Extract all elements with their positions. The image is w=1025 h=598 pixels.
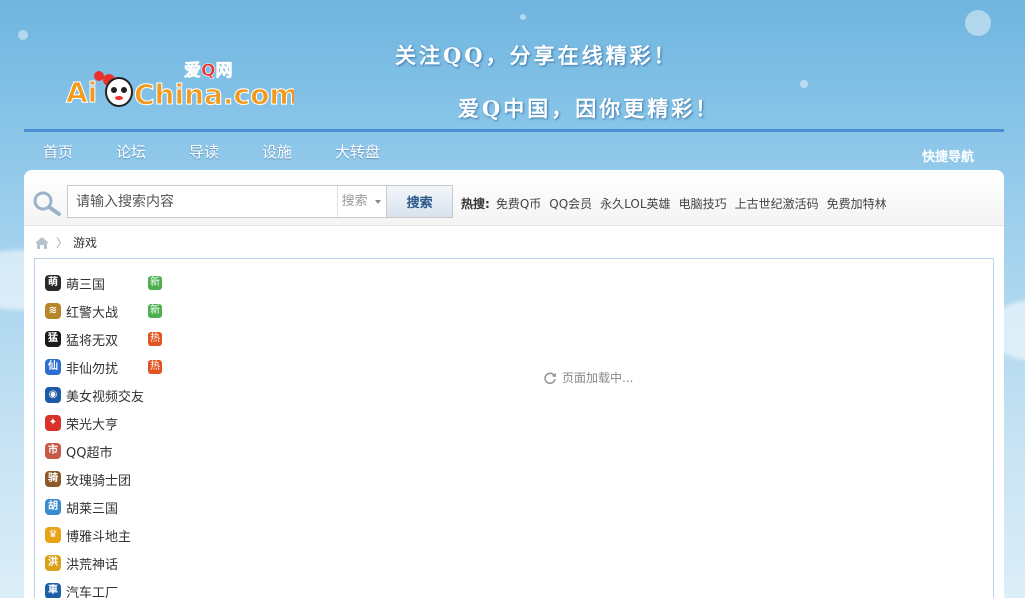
content-area: 萌萌三国新 ≋ 红警大战新猛猛将无双热仙非仙勿扰热 ◉ 美女视频交友 ✦ 荣光大亨市 QQ超市… [34,258,994,598]
search-bar: 搜索 搜索 热搜: 免费Q币 QQ会员 永久LOL英雄 电脑技巧 上古世纪激活码… [24,170,1004,226]
breadcrumb: 〉 游戏 [34,234,97,251]
hot-badge: 热 [148,360,162,374]
game-list-item[interactable]: ✦ 荣光大亨 [45,409,165,437]
site-logo[interactable]: Ai China.com 爱Q网 [64,58,295,114]
game-list-item[interactable]: ◉ 美女视频交友 [45,381,165,409]
nav-divider [24,129,1004,132]
quick-nav-link[interactable]: 快捷导航 [922,146,974,165]
logo-cn-text: 爱Q网 [184,60,232,81]
game-list-item[interactable]: 胡胡莱三国 [45,493,165,521]
boya-doudizhu-icon: ♛ [45,527,61,543]
svg-text:China.com: China.com [134,78,294,111]
game-name: 荣光大亨 [66,417,119,433]
game-name: 胡莱三国 [66,501,119,517]
search-input[interactable] [68,186,337,217]
game-list-item[interactable]: 仙非仙勿扰 热 [45,353,165,381]
car-factory-icon: 車 [45,583,61,598]
mengjiang-icon: 猛 [45,331,61,347]
game-name: QQ超市 [66,445,113,461]
hot-link[interactable]: 免费Q币 [496,195,541,212]
main-panel: 搜索 搜索 热搜: 免费Q币 QQ会员 永久LOL英雄 电脑技巧 上古世纪激活码… [24,170,1004,598]
sky-bubble [18,30,28,40]
game-list-item[interactable]: 洪洪荒神话 [45,549,165,577]
rose-knight-icon: 骑 [45,471,61,487]
search-button[interactable]: 搜索 [386,186,453,217]
game-name: 红警大战 [66,305,119,321]
main-nav: 首页 论坛 导读 设施 大转盘 [43,141,408,162]
sky-bubble [800,80,808,88]
sky-bubble [965,10,991,36]
chevron-down-icon [375,200,382,204]
svg-text:Ai: Ai [66,76,97,109]
hulai-icon: 胡 [45,499,61,515]
breadcrumb-current: 游戏 [73,236,98,250]
redalert-icon: ≋ [45,303,61,319]
qq-supermarket-icon: 市 [45,443,61,459]
hot-search: 热搜: 免费Q币 QQ会员 永久LOL英雄 电脑技巧 上古世纪激活码 免费加特林 [461,195,895,212]
loading-text: 页面加载中... [562,371,634,385]
mengsanguo-icon: 萌 [45,275,61,291]
search-type-label: 搜索 [341,194,368,209]
new-badge: 新 [148,304,162,318]
feixian-icon: 仙 [45,359,61,375]
nav-item-home[interactable]: 首页 [43,141,116,162]
breadcrumb-separator: 〉 [56,236,69,250]
game-list-item[interactable]: 市 QQ超市 [45,437,165,465]
game-name: 美女视频交友 [66,389,145,405]
game-list-item[interactable]: 車汽车工厂 [45,577,165,598]
game-name: 猛将无双 [66,333,119,349]
hot-badge: 热 [148,332,162,346]
video-chat-icon: ◉ [45,387,61,403]
slogan-primary: 关注QQ，分享在线精彩！ [395,43,678,68]
game-list-item[interactable]: ♛ 博雅斗地主 [45,521,165,549]
sky-bubble [520,14,526,20]
hot-link[interactable]: 永久LOL英雄 [600,195,670,212]
game-name: 非仙勿扰 [66,361,119,377]
game-list-item[interactable]: 猛猛将无双 热 [45,325,165,353]
nav-item-forum[interactable]: 论坛 [116,141,189,162]
search-type-select[interactable]: 搜索 [336,186,387,217]
nav-item-wheel[interactable]: 大转盘 [335,141,408,162]
search-icon [33,191,61,216]
game-name: 玫瑰骑士团 [66,473,132,489]
game-name: 汽车工厂 [66,585,119,598]
loading-indicator: 页面加载中... [543,369,633,386]
game-name: 博雅斗地主 [66,529,132,545]
search-box: 搜索 搜索 [67,185,453,218]
nav-item-facilities[interactable]: 设施 [262,141,335,162]
hot-link[interactable]: 电脑技巧 [679,195,727,212]
slogan-secondary: 爱Q中国，因你更精彩！ [458,96,720,121]
game-name: 洪荒神话 [66,557,119,573]
hot-link[interactable]: QQ会员 [549,195,592,212]
game-list: 萌萌三国新 ≋ 红警大战新猛猛将无双热仙非仙勿扰热 ◉ 美女视频交友 ✦ 荣光大亨市 QQ超市… [45,269,165,598]
game-name: 萌三国 [66,277,106,293]
honghuang-icon: 洪 [45,555,61,571]
hot-search-label: 热搜: [461,197,490,211]
refresh-icon [544,371,557,384]
game-list-item[interactable]: 骑玫瑰骑士团 [45,465,165,493]
hot-link[interactable]: 免费加特林 [827,195,887,212]
hot-link[interactable]: 上古世纪激活码 [735,195,819,212]
game-list-item[interactable]: ≋ 红警大战 新 [45,297,165,325]
rongguang-icon: ✦ [45,415,61,431]
nav-item-guide[interactable]: 导读 [189,141,262,162]
new-badge: 新 [148,276,162,290]
home-icon[interactable] [34,236,50,250]
game-list-item[interactable]: 萌萌三国 新 [45,269,165,297]
